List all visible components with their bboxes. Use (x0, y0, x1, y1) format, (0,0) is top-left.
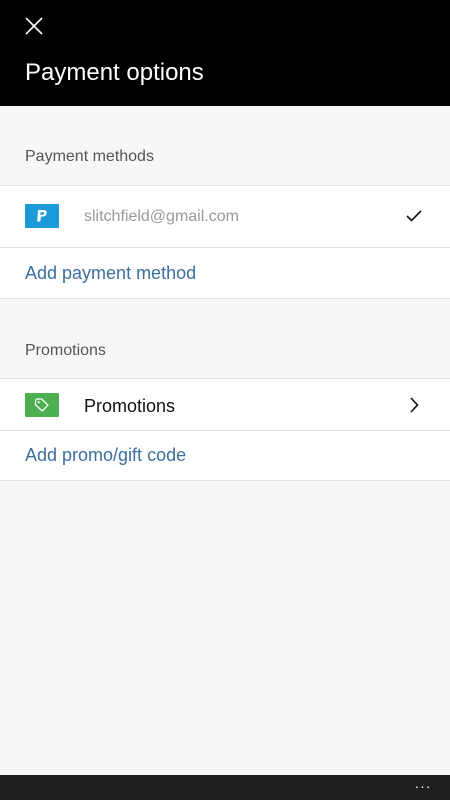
add-payment-method-row: Add payment method (0, 248, 450, 299)
paypal-account-email: slitchfield@gmail.com (84, 208, 239, 225)
close-button[interactable] (18, 10, 50, 42)
header-bar: Payment options (0, 0, 450, 106)
close-icon (25, 17, 43, 35)
bottom-app-bar: ··· (0, 775, 450, 800)
payment-methods-heading: Payment methods (25, 148, 154, 165)
add-promo-code-row: Add promo/gift code (0, 431, 450, 481)
promotions-label: Promotions (84, 396, 176, 416)
more-options-button[interactable]: ··· (410, 775, 436, 800)
paypal-icon (25, 204, 59, 228)
checkmark-icon (404, 206, 424, 226)
page-title: Payment options (25, 59, 204, 86)
add-promo-code-link[interactable]: Add promo/gift code (25, 443, 186, 467)
add-payment-method-link[interactable]: Add payment method (25, 261, 196, 285)
payment-method-row[interactable]: slitchfield@gmail.com (0, 185, 450, 248)
promotions-row[interactable]: Promotions (0, 378, 450, 431)
chevron-right-icon (404, 395, 424, 415)
promotions-heading: Promotions (25, 342, 106, 359)
more-icon: ··· (414, 778, 432, 794)
tag-icon (25, 393, 59, 417)
payment-options-screen: Payment options Payment methods slitchfi… (0, 0, 450, 800)
